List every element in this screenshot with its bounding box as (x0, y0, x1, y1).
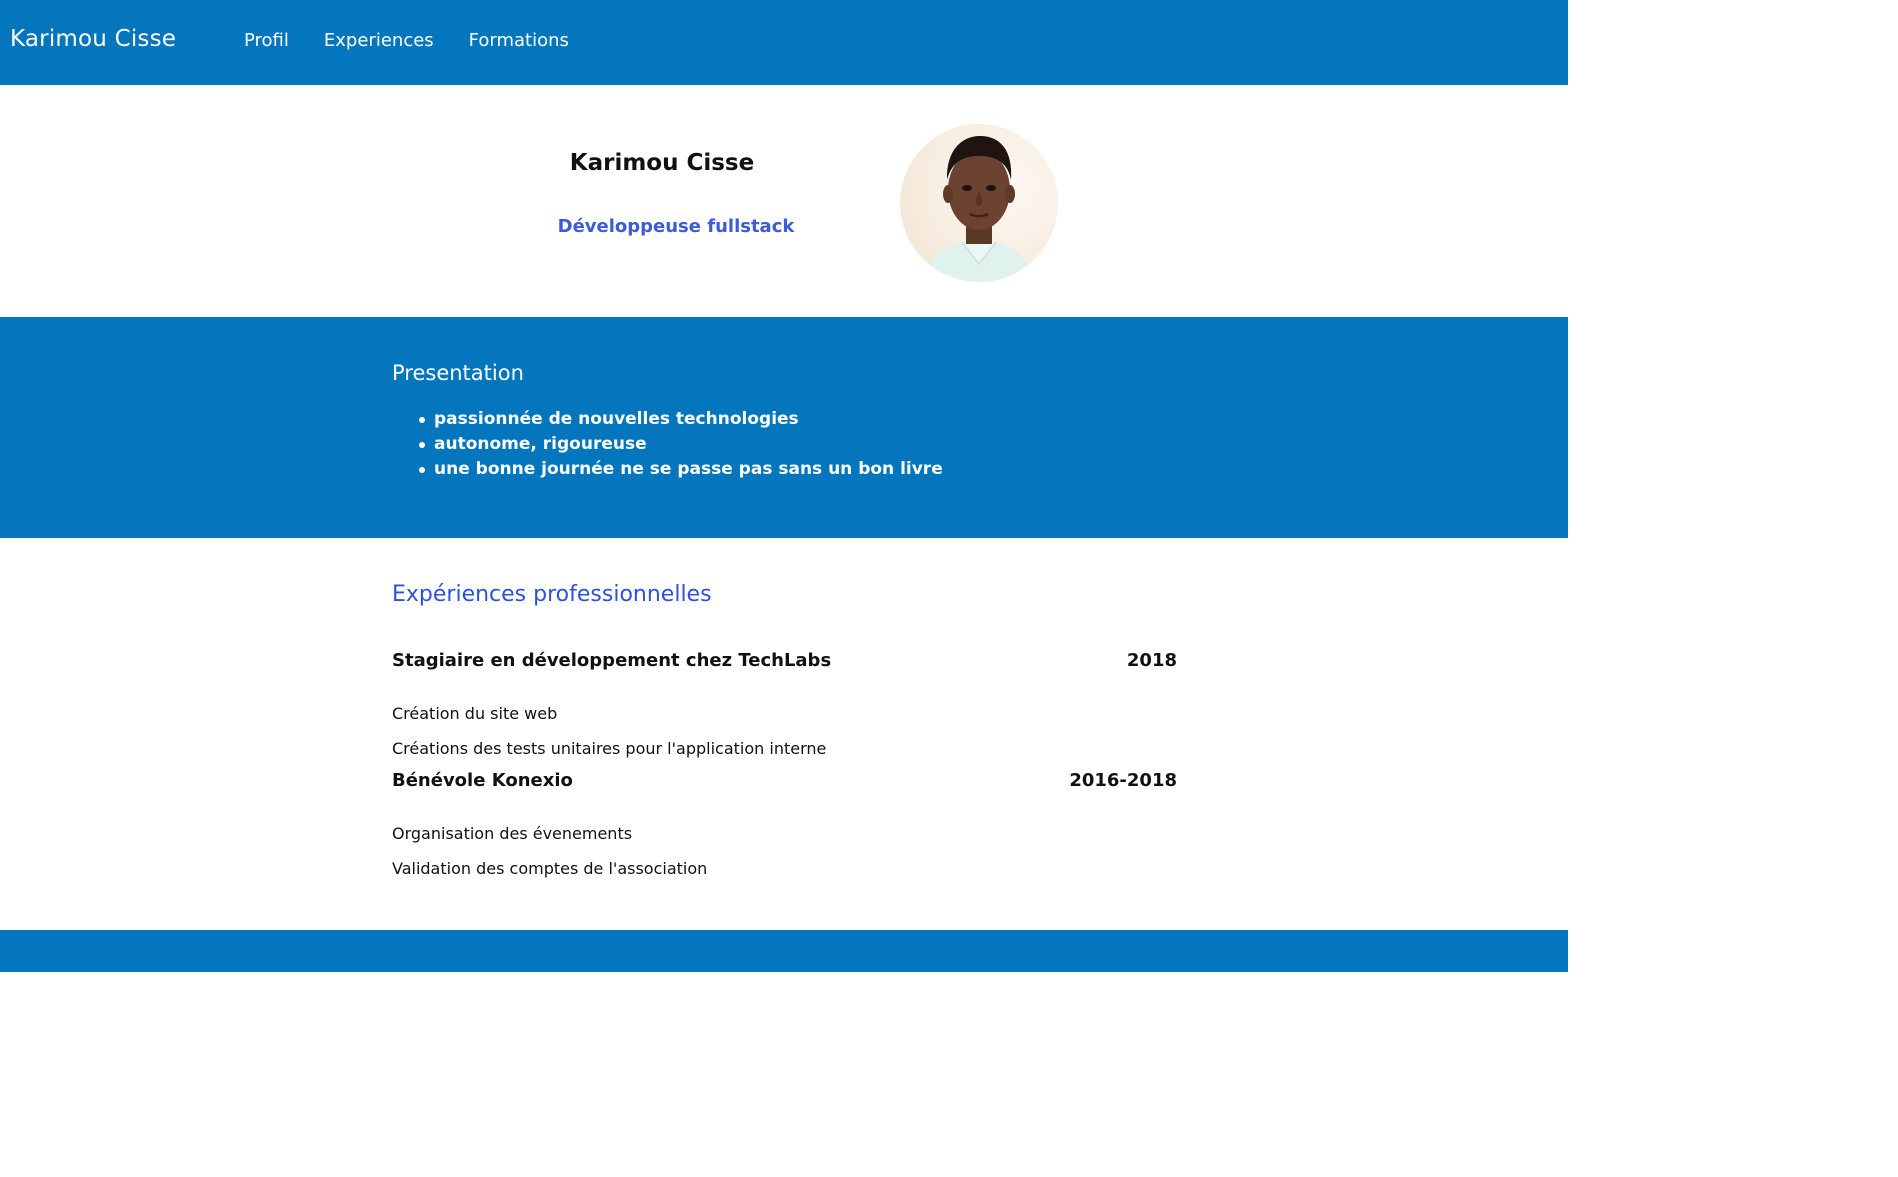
experience-item: Stagiaire en développement chez TechLabs… (392, 650, 1177, 770)
nav-link-profil[interactable]: Profil (244, 30, 289, 51)
experience-tasks: Organisation des évenements Validation d… (392, 816, 1177, 890)
experience-task: Validation des comptes de l'association (392, 859, 708, 878)
experience-item: Bénévole Konexio 2016-2018 Organisation … (392, 770, 1177, 890)
experience-tasks: Création du site web Créations des tests… (392, 696, 1177, 770)
nav-link-experiences[interactable]: Experiences (324, 30, 434, 51)
profile-photo (900, 124, 1058, 282)
profile-role: Développeuse fullstack (557, 216, 795, 237)
footer-band (0, 930, 1568, 972)
presentation-item: autonome, rigoureuse (419, 432, 943, 457)
experiences-title: Expériences professionnelles (392, 582, 712, 607)
presentation-item: une bonne journée ne se passe pas sans u… (419, 457, 943, 482)
experience-task: Organisation des évenements (392, 824, 633, 843)
nav-links: Profil Experiences Formations (244, 30, 569, 51)
profile-name: Karimou Cisse (569, 150, 755, 176)
experience-task: Création du site web (392, 704, 558, 723)
experience-list: Stagiaire en développement chez TechLabs… (392, 650, 1177, 890)
experience-role: Stagiaire en développement chez TechLabs (392, 650, 832, 671)
presentation-section: Presentation passionnée de nouvelles tec… (0, 317, 1568, 538)
top-navbar: Karimou Cisse Profil Experiences Formati… (0, 0, 1568, 85)
experience-role: Bénévole Konexio (392, 770, 573, 791)
experience-header: Stagiaire en développement chez TechLabs… (392, 650, 1177, 696)
presentation-title: Presentation (392, 361, 524, 385)
presentation-item: passionnée de nouvelles technologies (419, 407, 943, 432)
brand-link[interactable]: Karimou Cisse (10, 26, 176, 52)
experience-header: Bénévole Konexio 2016-2018 (392, 770, 1177, 816)
nav-link-formations[interactable]: Formations (469, 30, 569, 51)
experience-task: Créations des tests unitaires pour l'app… (392, 739, 827, 758)
experience-date: 2016-2018 (1069, 770, 1177, 791)
experience-date: 2018 (1126, 650, 1177, 671)
person-portrait-icon (922, 136, 1036, 282)
presentation-list: passionnée de nouvelles technologies aut… (419, 407, 943, 482)
